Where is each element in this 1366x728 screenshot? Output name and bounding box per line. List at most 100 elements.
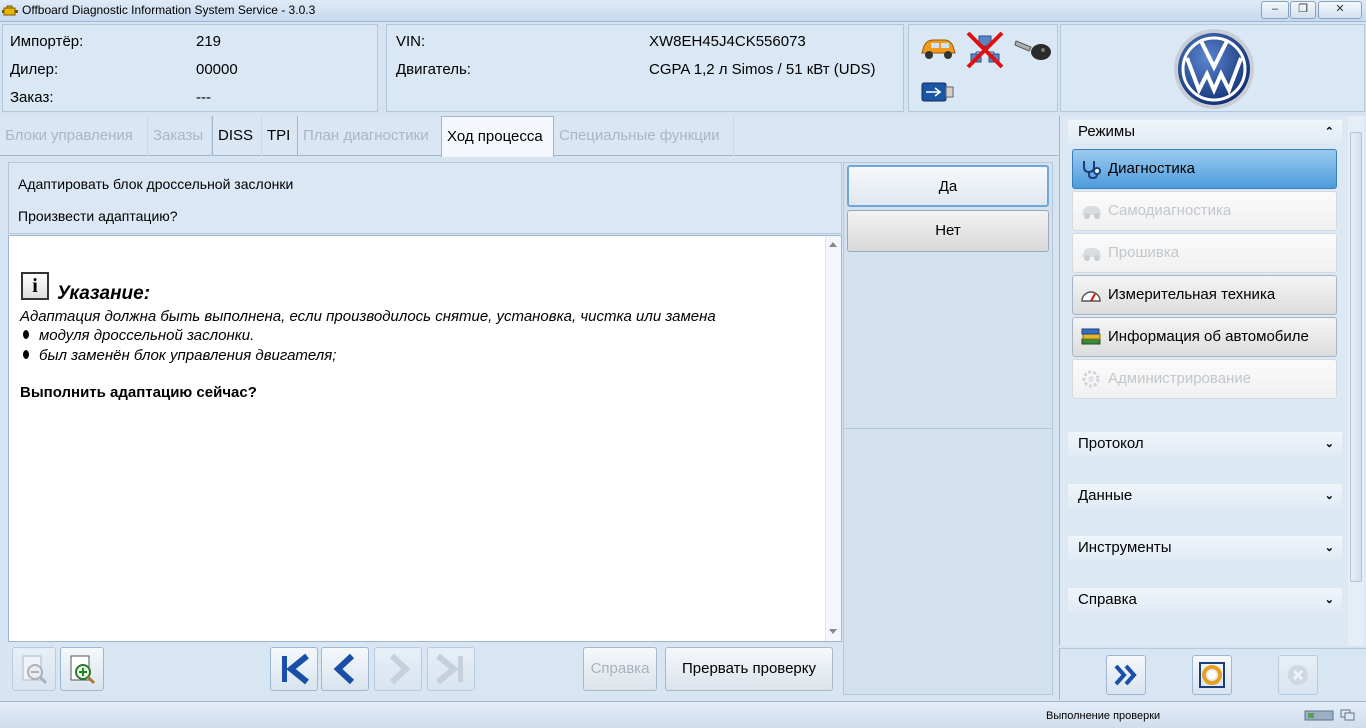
window-title: Offboard Diagnostic Information System S… [22, 3, 316, 17]
tab-special-functions[interactable]: Специальные функции [554, 116, 734, 156]
chevron-left-icon [333, 653, 355, 685]
bullet-text: был заменён блок управления двигателя; [39, 347, 337, 364]
previous-step-button[interactable] [321, 647, 369, 691]
importer-value: 219 [196, 33, 222, 50]
chevron-up-icon: ⌃ [1324, 126, 1334, 138]
maximize-button[interactable]: ❐ [1290, 1, 1316, 19]
car-icon [921, 39, 956, 59]
forward-button[interactable] [1106, 655, 1146, 695]
last-step-button[interactable] [427, 647, 475, 691]
note-text: Адаптация должна быть выполнена, если пр… [20, 308, 716, 325]
order-value: --- [196, 89, 211, 106]
sidebar-scrollbar[interactable] [1348, 116, 1364, 646]
scroll-down-icon[interactable] [829, 629, 837, 635]
tab-control-units[interactable]: Блоки управления [0, 116, 148, 156]
gauge-icon [1081, 291, 1101, 302]
mode-measurement[interactable]: Измерительная техника [1072, 275, 1337, 315]
skip-last-icon [436, 653, 463, 685]
books-icon [1081, 328, 1101, 345]
engine-icon [2, 5, 18, 16]
mode-diagnostics[interactable]: Диагностика [1072, 149, 1337, 189]
modes-header-label: Режимы [1078, 123, 1136, 140]
tab-process-flow[interactable]: Ход процесса [441, 116, 554, 157]
dealer-info-panel: Импортёр: 219 Дилер: 00000 Заказ: --- [2, 24, 378, 112]
close-button[interactable]: ✕ [1318, 1, 1362, 19]
connection-indicator-icon [1304, 710, 1334, 721]
mode-label: Самодиагностика [1108, 202, 1232, 219]
abort-test-button[interactable]: Прервать проверку [665, 647, 833, 691]
navigation-toolbar: Справка Прервать проверку [8, 643, 842, 695]
bullet-icon [23, 330, 29, 339]
tab-tpi[interactable]: TPI [262, 116, 298, 156]
help-section-header[interactable]: Справка ⌄ [1068, 588, 1342, 612]
confirmation-question: Выполнить адаптацию сейчас? [20, 384, 257, 401]
mode-label: Информация об автомобиле [1108, 328, 1309, 345]
ignition-key-icon [1014, 40, 1051, 60]
chevron-down-icon: ⌄ [1324, 490, 1334, 502]
info-icon: i [21, 272, 49, 300]
sidebar-scroll-thumb[interactable] [1350, 132, 1362, 582]
first-step-button[interactable] [270, 647, 318, 691]
tools-section-header[interactable]: Инструменты ⌄ [1068, 536, 1342, 560]
question-panel: Адаптировать блок дроссельной заслонки П… [8, 162, 842, 234]
engine-label: Двигатель: [396, 61, 471, 78]
answer-panel: Да Нет [843, 162, 1053, 695]
scroll-up-icon[interactable] [829, 241, 837, 247]
zoom-out-button[interactable] [12, 647, 56, 691]
status-bar: Выполнение проверки [0, 701, 1366, 728]
chevron-right-icon [389, 653, 411, 685]
mode-flashing[interactable]: Прошивка [1072, 233, 1337, 273]
protocol-section-header[interactable]: Протокол ⌄ [1068, 432, 1342, 456]
status-text: Выполнение проверки [1046, 710, 1161, 722]
zoom-in-button[interactable] [60, 647, 104, 691]
vin-value: XW8EH45J4CK556073 [649, 33, 806, 50]
zoom-in-icon [70, 655, 96, 685]
minimize-button[interactable]: ‒ [1261, 1, 1289, 19]
sidebar-actions [1059, 648, 1366, 700]
gear-icon [1082, 370, 1100, 388]
question-title: Адаптировать блок дроссельной заслонки [18, 176, 294, 192]
usb-icon [921, 82, 954, 102]
lifebuoy-icon [1199, 662, 1225, 688]
tab-orders[interactable]: Заказы [148, 116, 212, 156]
list-item: модуля дроссельной заслонки. [23, 327, 254, 344]
car-flash-icon [1082, 248, 1101, 261]
instruction-content: i Указание: Адаптация должна быть выполн… [8, 235, 842, 642]
dealer-value: 00000 [196, 61, 238, 78]
mode-label: Прошивка [1108, 244, 1180, 261]
bullet-text: модуля дроссельной заслонки. [39, 327, 255, 344]
tab-diagnostic-plan[interactable]: План диагностики [298, 116, 442, 156]
sidebar: Режимы ⌃ Диагностика Самодиагностика Про… [1059, 116, 1366, 646]
mode-administration[interactable]: Администрирование [1072, 359, 1337, 399]
title-bar: Offboard Diagnostic Information System S… [0, 0, 1366, 22]
note-title: Указание: [57, 283, 151, 304]
close-icon [1288, 665, 1308, 685]
section-label: Справка [1078, 591, 1137, 608]
chevron-down-icon: ⌄ [1324, 594, 1334, 606]
next-step-button[interactable] [374, 647, 422, 691]
lifebuoy-button[interactable] [1192, 655, 1232, 695]
window-icon [1340, 709, 1355, 721]
data-section-header[interactable]: Данные ⌄ [1068, 484, 1342, 508]
no-button[interactable]: Нет [847, 210, 1049, 252]
mode-self-diagnosis[interactable]: Самодиагностика [1072, 191, 1337, 231]
main-tabs: Блоки управления Заказы DISS TPI План ди… [0, 116, 1058, 157]
stethoscope-icon [1083, 161, 1101, 179]
help-button[interactable]: Справка [583, 647, 657, 691]
order-label: Заказ: [10, 89, 54, 106]
modes-header[interactable]: Режимы ⌃ [1068, 120, 1342, 144]
disconnected-network-icon [966, 31, 1004, 69]
list-item: был заменён блок управления двигателя; [23, 347, 336, 364]
brand-panel [1060, 24, 1365, 112]
tab-diss[interactable]: DISS [212, 116, 262, 156]
yes-button[interactable]: Да [847, 165, 1049, 207]
vw-logo [1174, 29, 1254, 109]
bullet-icon [23, 350, 29, 359]
content-scrollbar[interactable] [825, 236, 841, 641]
section-label: Протокол [1078, 435, 1144, 452]
section-label: Данные [1078, 487, 1133, 504]
dealer-label: Дилер: [10, 61, 59, 78]
cancel-button[interactable] [1278, 655, 1318, 695]
importer-label: Импортёр: [10, 33, 84, 50]
mode-vehicle-info[interactable]: Информация об автомобиле [1072, 317, 1337, 357]
